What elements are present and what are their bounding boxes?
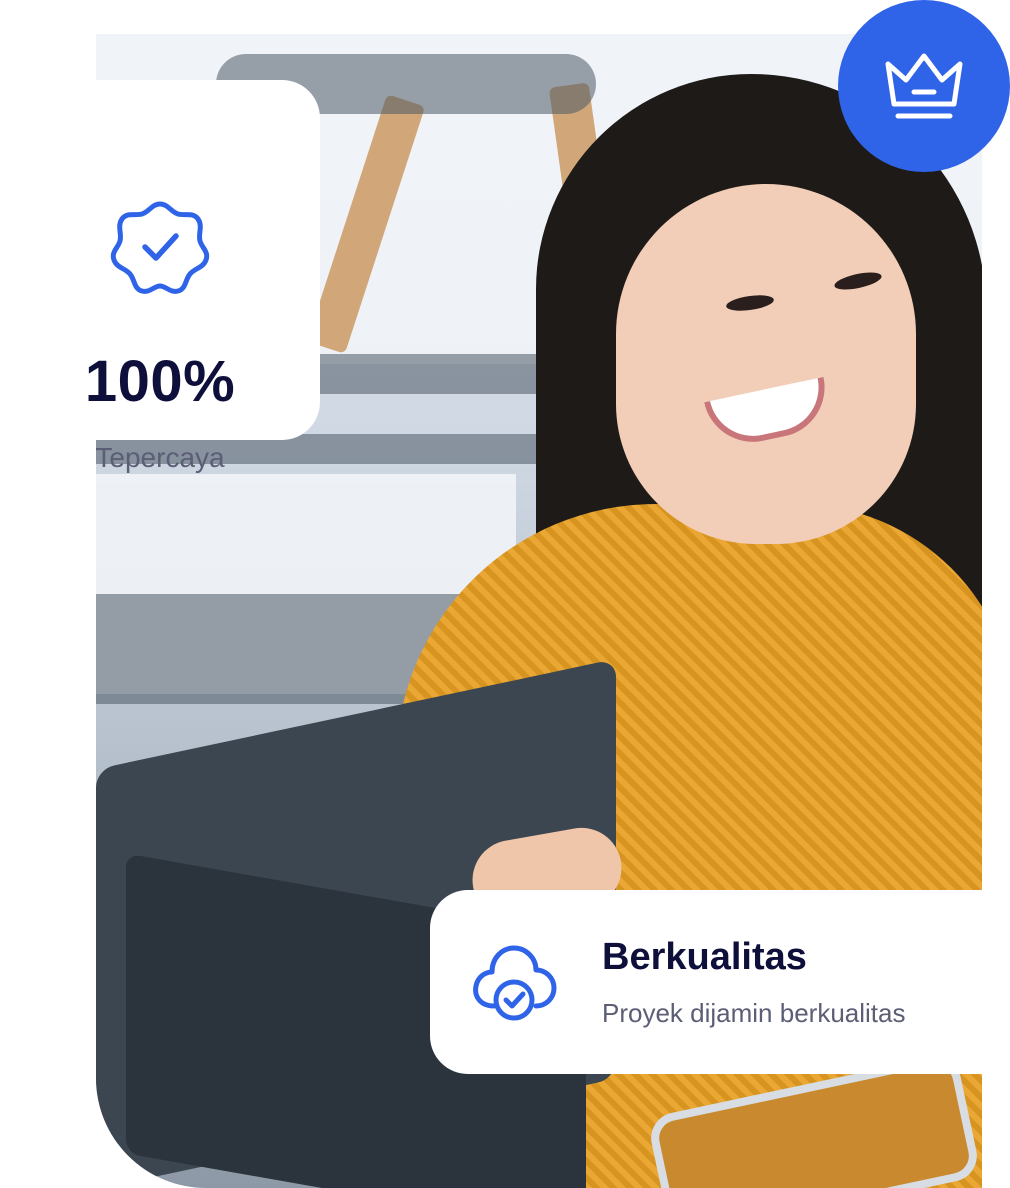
quality-subtitle: Proyek dijamin berkualitas <box>602 998 906 1028</box>
quality-title: Berkualitas <box>602 936 807 978</box>
verified-badge-icon <box>108 194 212 298</box>
face <box>616 184 916 544</box>
trust-value: 100% <box>84 349 236 414</box>
quality-card: Berkualitas Proyek dijamin berkualitas <box>430 890 1010 1074</box>
trust-label: Tepercaya <box>95 442 225 473</box>
cloud-check-icon <box>468 936 560 1028</box>
crown-icon <box>885 53 963 119</box>
crown-badge <box>838 0 1010 172</box>
trust-card: 100% Tepercaya <box>0 80 320 473</box>
